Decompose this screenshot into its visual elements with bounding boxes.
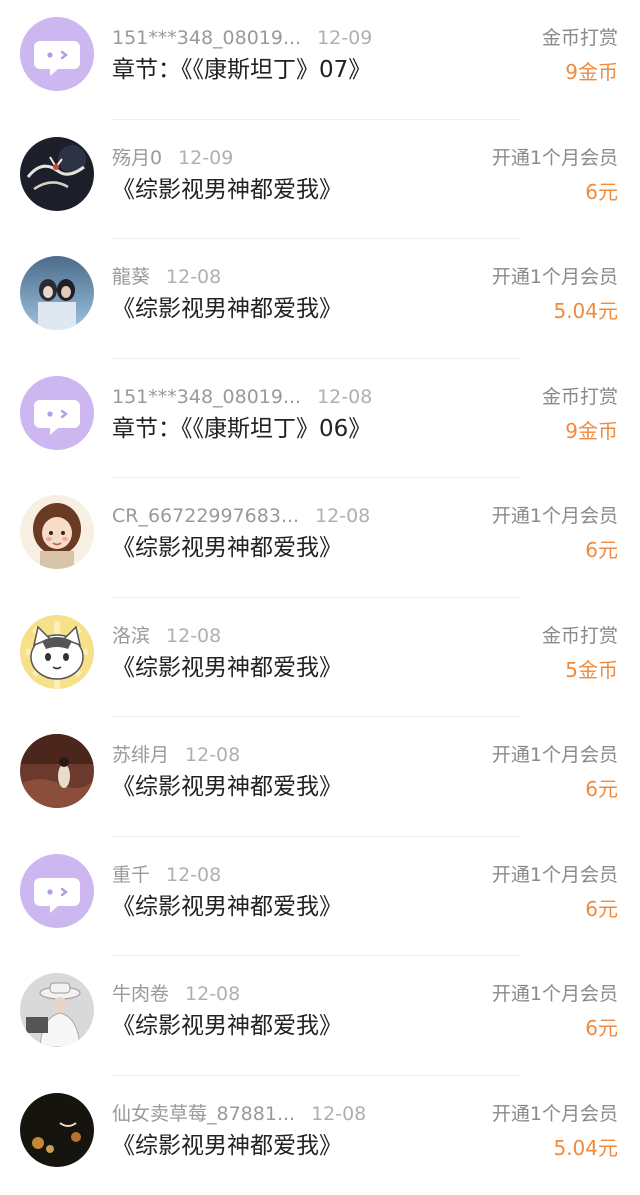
item-title[interactable]: 章节：《《康斯坦丁》07》	[112, 55, 472, 85]
user-name[interactable]: 苏绯月	[112, 744, 169, 766]
reward-list: 151***348_08019... 12-09 章节：《《康斯坦丁》07》 金币…	[0, 0, 640, 1195]
date: 12-08	[315, 505, 370, 527]
action-type: 金币打赏	[542, 385, 618, 409]
meta-line: 重千 12-08	[112, 863, 472, 887]
list-item[interactable]: 殇月0 12-09 《综影视男神都爱我》 开通1个月会员 6元	[0, 120, 640, 240]
item-title[interactable]: 《综影视男神都爱我》	[112, 1011, 472, 1041]
list-item[interactable]: 洛滨 12-08 《综影视男神都爱我》 金币打赏 5金币	[0, 598, 640, 718]
action-type: 开通1个月会员	[492, 146, 618, 170]
meta-line: 殇月0 12-09	[112, 146, 472, 170]
meta-line: CR_66722997683... 12-08	[112, 504, 472, 528]
meta-line: 仙女卖草莓_87881... 12-08	[112, 1102, 472, 1126]
dark-photo-avatar[interactable]	[20, 1093, 94, 1167]
amount: 5.04元	[553, 297, 618, 325]
item-title[interactable]: 《综影视男神都爱我》	[112, 533, 472, 563]
item-title[interactable]: 《综影视男神都爱我》	[112, 653, 472, 683]
user-name[interactable]: 仙女卖草莓_87881...	[112, 1103, 295, 1125]
amount: 6元	[585, 895, 618, 923]
user-name[interactable]: 殇月0	[112, 147, 162, 169]
meta-line: 洛滨 12-08	[112, 624, 472, 648]
date: 12-08	[166, 864, 221, 886]
item-title[interactable]: 《综影视男神都爱我》	[112, 1131, 472, 1161]
hat-person-avatar[interactable]	[20, 973, 94, 1047]
date: 12-08	[185, 983, 240, 1005]
action-type: 开通1个月会员	[492, 265, 618, 289]
cartoon-cat-avatar[interactable]	[20, 615, 94, 689]
amount: 5.04元	[553, 1134, 618, 1162]
date: 12-08	[166, 266, 221, 288]
action-type: 金币打赏	[542, 26, 618, 50]
item-title[interactable]: 《综影视男神都爱我》	[112, 772, 472, 802]
meta-line: 151***348_08019... 12-09	[112, 26, 472, 50]
action-type: 开通1个月会员	[492, 1102, 618, 1126]
amount: 9金币	[565, 58, 618, 86]
action-type: 金币打赏	[542, 624, 618, 648]
date: 12-08	[317, 386, 372, 408]
action-type: 开通1个月会员	[492, 982, 618, 1006]
couple-photo-avatar[interactable]	[20, 256, 94, 330]
date: 12-08	[311, 1103, 366, 1125]
user-name[interactable]: 151***348_08019...	[112, 27, 301, 49]
date: 12-09	[317, 27, 372, 49]
default-avatar[interactable]	[20, 376, 94, 450]
amount: 6元	[585, 1014, 618, 1042]
user-name[interactable]: CR_66722997683...	[112, 505, 299, 527]
action-type: 开通1个月会员	[492, 504, 618, 528]
list-item[interactable]: 龍葵 12-08 《综影视男神都爱我》 开通1个月会员 5.04元	[0, 239, 640, 359]
meta-line: 151***348_08019... 12-08	[112, 385, 472, 409]
cartoon-girl-avatar[interactable]	[20, 495, 94, 569]
meta-line: 苏绯月 12-08	[112, 743, 472, 767]
user-name[interactable]: 洛滨	[112, 625, 150, 647]
amount: 9金币	[565, 417, 618, 445]
action-type: 开通1个月会员	[492, 863, 618, 887]
item-title[interactable]: 《综影视男神都爱我》	[112, 892, 472, 922]
date: 12-09	[178, 147, 233, 169]
user-name[interactable]: 重千	[112, 864, 150, 886]
item-title[interactable]: 章节：《《康斯坦丁》06》	[112, 414, 472, 444]
list-item[interactable]: 151***348_08019... 12-08 章节：《《康斯坦丁》06》 金币…	[0, 359, 640, 479]
meta-line: 龍葵 12-08	[112, 265, 472, 289]
date: 12-08	[185, 744, 240, 766]
meta-line: 牛肉卷 12-08	[112, 982, 472, 1006]
default-avatar[interactable]	[20, 854, 94, 928]
user-name[interactable]: 牛肉卷	[112, 983, 169, 1005]
amount: 6元	[585, 536, 618, 564]
amount: 6元	[585, 178, 618, 206]
list-item[interactable]: 仙女卖草莓_87881... 12-08 《综影视男神都爱我》 开通1个月会员 5…	[0, 1076, 640, 1195]
amount: 5金币	[565, 656, 618, 684]
list-item[interactable]: 苏绯月 12-08 《综影视男神都爱我》 开通1个月会员 6元	[0, 717, 640, 837]
item-title[interactable]: 《综影视男神都爱我》	[112, 175, 472, 205]
amount: 6元	[585, 775, 618, 803]
date: 12-08	[166, 625, 221, 647]
action-type: 开通1个月会员	[492, 743, 618, 767]
default-avatar[interactable]	[20, 17, 94, 91]
painting-avatar[interactable]	[20, 734, 94, 808]
user-name[interactable]: 151***348_08019...	[112, 386, 301, 408]
list-item[interactable]: 牛肉卷 12-08 《综影视男神都爱我》 开通1个月会员 6元	[0, 956, 640, 1076]
user-name[interactable]: 龍葵	[112, 266, 150, 288]
item-title[interactable]: 《综影视男神都爱我》	[112, 294, 472, 324]
list-item[interactable]: 重千 12-08 《综影视男神都爱我》 开通1个月会员 6元	[0, 837, 640, 957]
cranes-photo-avatar[interactable]	[20, 137, 94, 211]
list-item[interactable]: 151***348_08019... 12-09 章节：《《康斯坦丁》07》 金币…	[0, 0, 640, 120]
list-item[interactable]: CR_66722997683... 12-08 《综影视男神都爱我》 开通1个月会…	[0, 478, 640, 598]
